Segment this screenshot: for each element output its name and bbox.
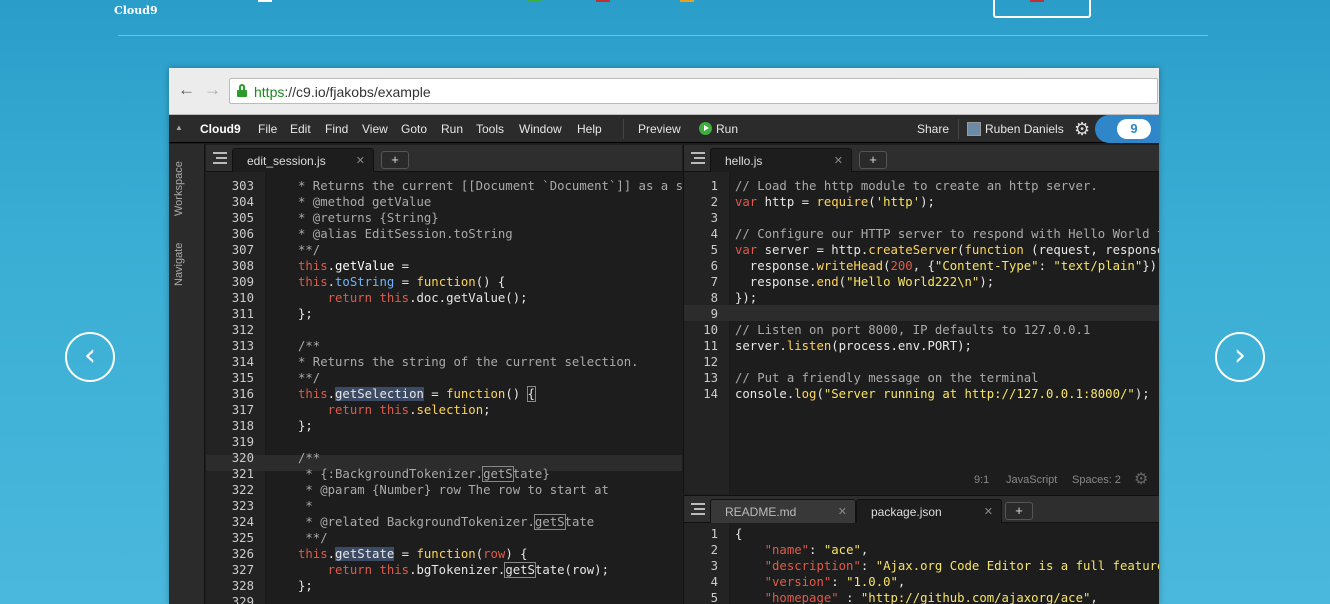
ide-sidebar: Workspace Navigate (169, 144, 205, 604)
menu-view[interactable]: View (362, 122, 388, 136)
ide-logo[interactable]: Cloud9 (200, 122, 241, 136)
play-icon (699, 122, 712, 135)
code-content[interactable]: { "name": "ace", "description": "Ajax.or… (735, 526, 1159, 604)
menu-help[interactable]: Help (577, 122, 602, 136)
tab-list-icon[interactable] (691, 503, 705, 515)
tab-package-json[interactable]: package.json ✕ (856, 499, 1002, 523)
menu-run[interactable]: Run (441, 122, 463, 136)
menu-separator (958, 119, 959, 139)
tab-list-icon[interactable] (213, 152, 227, 164)
run-button[interactable]: Run (699, 122, 738, 136)
line-numbers: 1 2 3 4 5 6 7 8 9 10 11 12 13 14 (703, 179, 718, 401)
close-icon[interactable]: ✕ (838, 505, 847, 518)
menu-tools[interactable]: Tools (476, 122, 504, 136)
editor-pane-left: edit_session.js ✕ + 303 304 305 306 307 3… (206, 145, 682, 604)
menu-goto[interactable]: Goto (401, 122, 427, 136)
carousel-next-button[interactable]: › (1215, 332, 1265, 382)
tab-list-icon[interactable] (691, 152, 705, 164)
new-tab-button[interactable]: + (381, 151, 409, 169)
menu-edit[interactable]: Edit (290, 122, 311, 136)
new-tab-button[interactable]: + (1005, 502, 1033, 520)
cursor-position: 9:1 (974, 474, 990, 486)
avatar (967, 122, 981, 136)
language-mode[interactable]: JavaScript (1006, 474, 1057, 486)
code-content[interactable]: * Returns the current [[Document `Docume… (298, 178, 682, 594)
collapse-triangle-icon[interactable]: ▲ (175, 123, 183, 132)
code-content[interactable]: // Load the http module to create an htt… (735, 178, 1159, 402)
editor-pane-right-top: hello.js ✕ + 1 2 3 4 5 6 7 8 9 10 11 12 1… (683, 145, 1159, 494)
tab-hello-js[interactable]: hello.js ✕ (710, 148, 852, 172)
tab-bar: README.md ✕ package.json ✕ + (684, 496, 1159, 523)
carousel-prev-button[interactable]: ‹ (65, 332, 115, 382)
site-header: Cloud9 (0, 0, 1330, 36)
browser-window: ← → https://c9.io/fjakobs/example ▲ Clou… (169, 68, 1159, 604)
header-button[interactable] (993, 0, 1091, 18)
menu-window[interactable]: Window (519, 122, 562, 136)
sidebar-navigate[interactable]: Navigate (173, 243, 185, 286)
tab-readme[interactable]: README.md ✕ (710, 499, 856, 523)
close-icon[interactable]: ✕ (834, 154, 843, 167)
line-numbers: 303 304 305 306 307 308 309 310 311 312 … (231, 179, 254, 604)
close-icon[interactable]: ✕ (356, 154, 365, 167)
sidebar-workspace[interactable]: Workspace (173, 161, 185, 216)
close-icon[interactable]: ✕ (984, 505, 993, 518)
menu-file[interactable]: File (258, 122, 277, 136)
cloud-icon: 9 (1117, 119, 1151, 139)
forward-arrow-icon[interactable]: → (204, 80, 221, 100)
menu-separator (623, 119, 624, 139)
tab-bar: edit_session.js ✕ + (206, 145, 682, 172)
back-arrow-icon[interactable]: ← (178, 80, 195, 100)
indent-setting[interactable]: Spaces: 2 (1072, 474, 1121, 486)
new-tab-button[interactable]: + (859, 151, 887, 169)
gear-icon[interactable]: ⚙ (1134, 469, 1148, 489)
c9-badge[interactable]: 9 (1095, 115, 1159, 143)
ide-menubar: ▲ Cloud9 File Edit Find View Goto Run To… (169, 115, 1159, 143)
preview-button[interactable]: Preview (638, 122, 681, 136)
line-numbers: 1 2 3 4 5 (710, 527, 718, 604)
user-menu[interactable]: Ruben Daniels (967, 122, 1064, 136)
browser-toolbar: ← → https://c9.io/fjakobs/example (169, 68, 1159, 115)
gear-icon[interactable]: ⚙ (1074, 119, 1090, 140)
tab-edit-session[interactable]: edit_session.js ✕ (232, 148, 374, 172)
tab-bar: hello.js ✕ + (684, 145, 1159, 172)
site-brand[interactable]: Cloud9 (114, 4, 158, 17)
lock-icon (237, 84, 247, 97)
url-text: https://c9.io/fjakobs/example (254, 84, 431, 100)
share-button[interactable]: Share (917, 122, 949, 136)
editor-pane-right-bottom: README.md ✕ package.json ✕ + 1 2 3 4 5 { "… (683, 495, 1159, 604)
header-divider (118, 35, 1208, 36)
address-bar[interactable]: https://c9.io/fjakobs/example (229, 78, 1158, 104)
menu-find[interactable]: Find (325, 122, 348, 136)
